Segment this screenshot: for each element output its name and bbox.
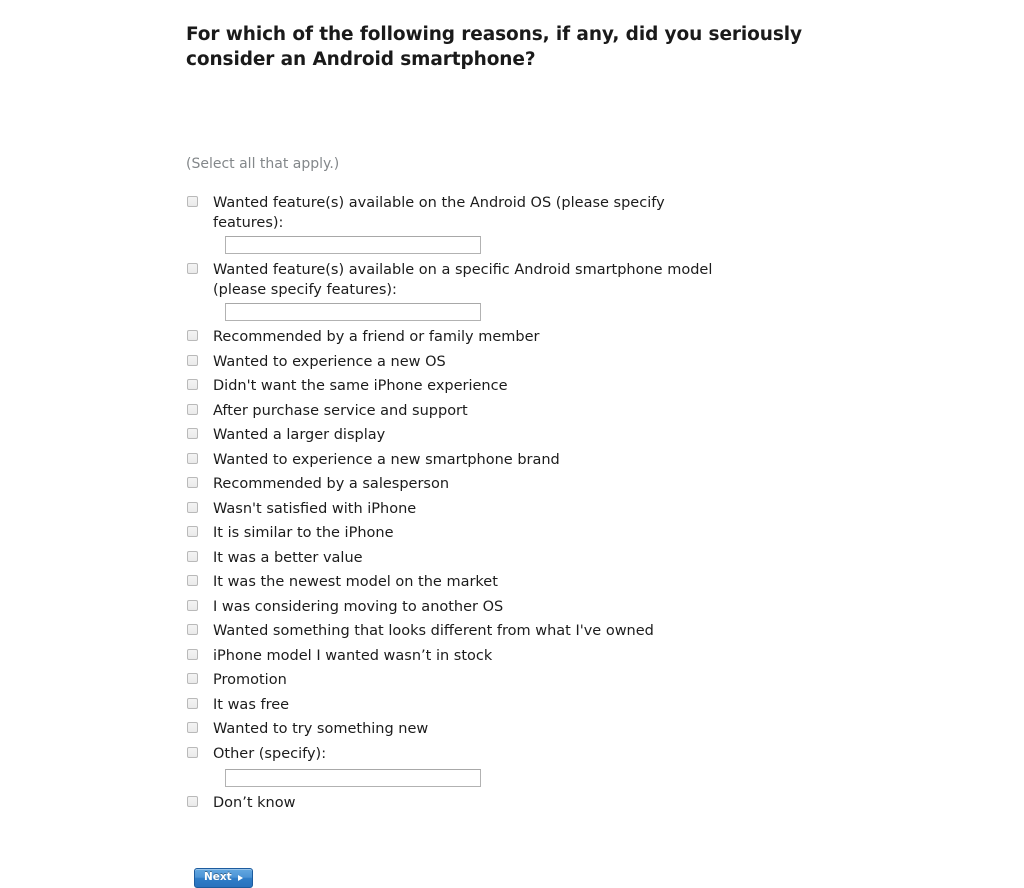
option-label: It was free <box>213 696 290 713</box>
option-row[interactable]: Wanted feature(s) available on the Andro… <box>186 191 886 258</box>
option-label: Didn't want the same iPhone experience <box>213 378 508 394</box>
checkbox-icon[interactable] <box>187 746 198 758</box>
option-row[interactable]: Don’t know <box>186 791 886 816</box>
checkbox-icon[interactable] <box>187 403 198 415</box>
checkbox-icon[interactable] <box>187 196 198 207</box>
form-footer: Next <box>194 865 886 888</box>
option-label: Wanted to try something new <box>213 721 429 737</box>
checkbox-icon[interactable] <box>187 452 198 464</box>
select-all-instruction: (Select all that apply.) <box>186 156 340 172</box>
option-row[interactable]: It is similar to the iPhone <box>186 521 886 546</box>
option-label: Wanted a larger display <box>213 427 386 443</box>
checkbox-icon[interactable] <box>187 697 198 709</box>
option-label: Wanted to experience a new smartphone br… <box>213 451 560 468</box>
option-row[interactable]: After purchase service and support <box>186 399 886 424</box>
checkbox-icon[interactable] <box>187 599 198 611</box>
option-label: Don’t know <box>213 795 296 811</box>
specify-text-input[interactable] <box>225 236 481 254</box>
option-row[interactable]: Recommended by a salesperson <box>186 472 886 497</box>
option-label: It is similar to the iPhone <box>213 525 394 541</box>
survey-page: For which of the following reasons, if a… <box>0 0 1024 888</box>
option-row[interactable]: Recommended by a friend or family member <box>186 325 886 350</box>
option-label: Promotion <box>213 672 287 688</box>
checkbox-icon[interactable] <box>187 550 198 562</box>
option-label: Wanted feature(s) available on the Andro… <box>213 195 670 231</box>
survey-form: For which of the following reasons, if a… <box>186 22 886 888</box>
checkbox-icon[interactable] <box>187 501 198 513</box>
option-label: Wasn't satisfied with iPhone <box>213 500 417 517</box>
option-row[interactable]: Wanted to experience a new smartphone br… <box>186 448 886 473</box>
checkbox-icon[interactable] <box>187 354 198 366</box>
option-label: Wanted to experience a new OS <box>213 353 446 370</box>
option-row[interactable]: Promotion <box>186 668 886 693</box>
option-label: It was a better value <box>213 549 363 566</box>
option-label: Wanted something that looks different fr… <box>213 623 654 639</box>
option-row[interactable]: It was a better value <box>186 546 886 571</box>
checkbox-icon[interactable] <box>187 477 198 488</box>
checkbox-icon[interactable] <box>187 722 198 733</box>
option-label: Other (specify): <box>213 745 327 762</box>
option-row[interactable]: Wanted to try something new <box>186 717 886 742</box>
specify-text-input[interactable] <box>225 303 481 321</box>
checkbox-icon[interactable] <box>187 263 198 274</box>
option-label: Recommended by a friend or family member <box>213 329 540 345</box>
next-button[interactable]: Next <box>194 867 253 888</box>
option-label: I was considering moving to another OS <box>213 598 504 615</box>
option-row[interactable]: Wanted something that looks different fr… <box>186 619 886 644</box>
specify-text-input[interactable] <box>225 769 481 787</box>
checkbox-icon[interactable] <box>187 330 198 341</box>
option-label: iPhone model I wanted wasn’t in stock <box>213 647 493 664</box>
option-label: Wanted feature(s) available on a specifi… <box>213 262 717 298</box>
checkbox-icon[interactable] <box>187 526 198 537</box>
option-row[interactable]: Other (specify): <box>186 742 886 792</box>
option-label: Recommended by a salesperson <box>213 476 450 492</box>
option-row[interactable]: Wanted to experience a new OS <box>186 350 886 375</box>
option-row[interactable]: Wanted feature(s) available on a specifi… <box>186 258 886 325</box>
option-row[interactable]: Wanted a larger display <box>186 423 886 448</box>
checkbox-icon[interactable] <box>187 796 198 807</box>
options-list: Wanted feature(s) available on the Andro… <box>186 191 886 816</box>
checkbox-icon[interactable] <box>187 624 198 635</box>
option-row[interactable]: It was free <box>186 693 886 718</box>
option-row[interactable]: It was the newest model on the market <box>186 570 886 595</box>
triangle-right-icon <box>237 874 243 881</box>
option-row[interactable]: iPhone model I wanted wasn’t in stock <box>186 644 886 669</box>
checkbox-icon[interactable] <box>187 673 198 684</box>
checkbox-icon[interactable] <box>187 428 198 439</box>
option-label: After purchase service and support <box>213 402 468 419</box>
checkbox-icon[interactable] <box>187 575 198 586</box>
next-button-label: Next <box>204 870 232 883</box>
option-row[interactable]: Wasn't satisfied with iPhone <box>186 497 886 522</box>
checkbox-icon[interactable] <box>187 648 198 660</box>
page-title: For which of the following reasons, if a… <box>186 24 802 70</box>
option-row[interactable]: Didn't want the same iPhone experience <box>186 374 886 399</box>
checkbox-icon[interactable] <box>187 379 198 390</box>
option-row[interactable]: I was considering moving to another OS <box>186 595 886 620</box>
option-label: It was the newest model on the market <box>213 574 498 590</box>
